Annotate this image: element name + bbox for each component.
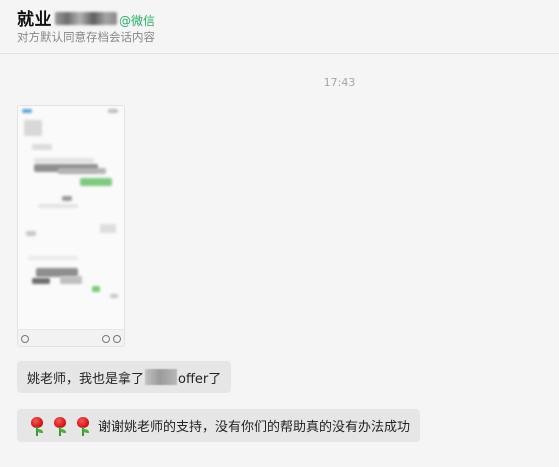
message-bubble-offer[interactable]: 姚老师，我也是拿了 offer了 [17,361,232,393]
message-bubble-thanks[interactable]: 谢谢姚老师的支持，没有你们的帮助真的没有办法成功 [17,409,421,442]
rose-icon [52,416,68,436]
image-bottom-bar [18,329,124,346]
rose-icon [75,416,91,436]
wechat-tag: @微信 [119,14,156,28]
rose-icon [29,416,45,436]
message-text-part1: 姚老师，我也是拿了 [27,371,145,387]
image-message[interactable] [17,105,125,347]
chat-title[interactable]: 就业 [17,5,52,30]
redacted-name [55,12,117,25]
timestamp: 17:43 [0,76,559,89]
timestamp-text: 17:43 [323,76,356,89]
plus-icon [113,335,121,343]
emoji-icon [102,335,110,343]
chat-header: 就业 @微信 对方默认同意存档会话内容 [0,0,559,54]
message-text-part2: offer了 [178,371,222,387]
redacted-company [145,369,178,385]
chat-title-row: 就业 @微信 [17,5,155,30]
archive-notice: 对方默认同意存档会话内容 [17,30,155,44]
message-text: 谢谢姚老师的支持，没有你们的帮助真的没有办法成功 [98,420,411,435]
voice-icon [21,335,29,343]
